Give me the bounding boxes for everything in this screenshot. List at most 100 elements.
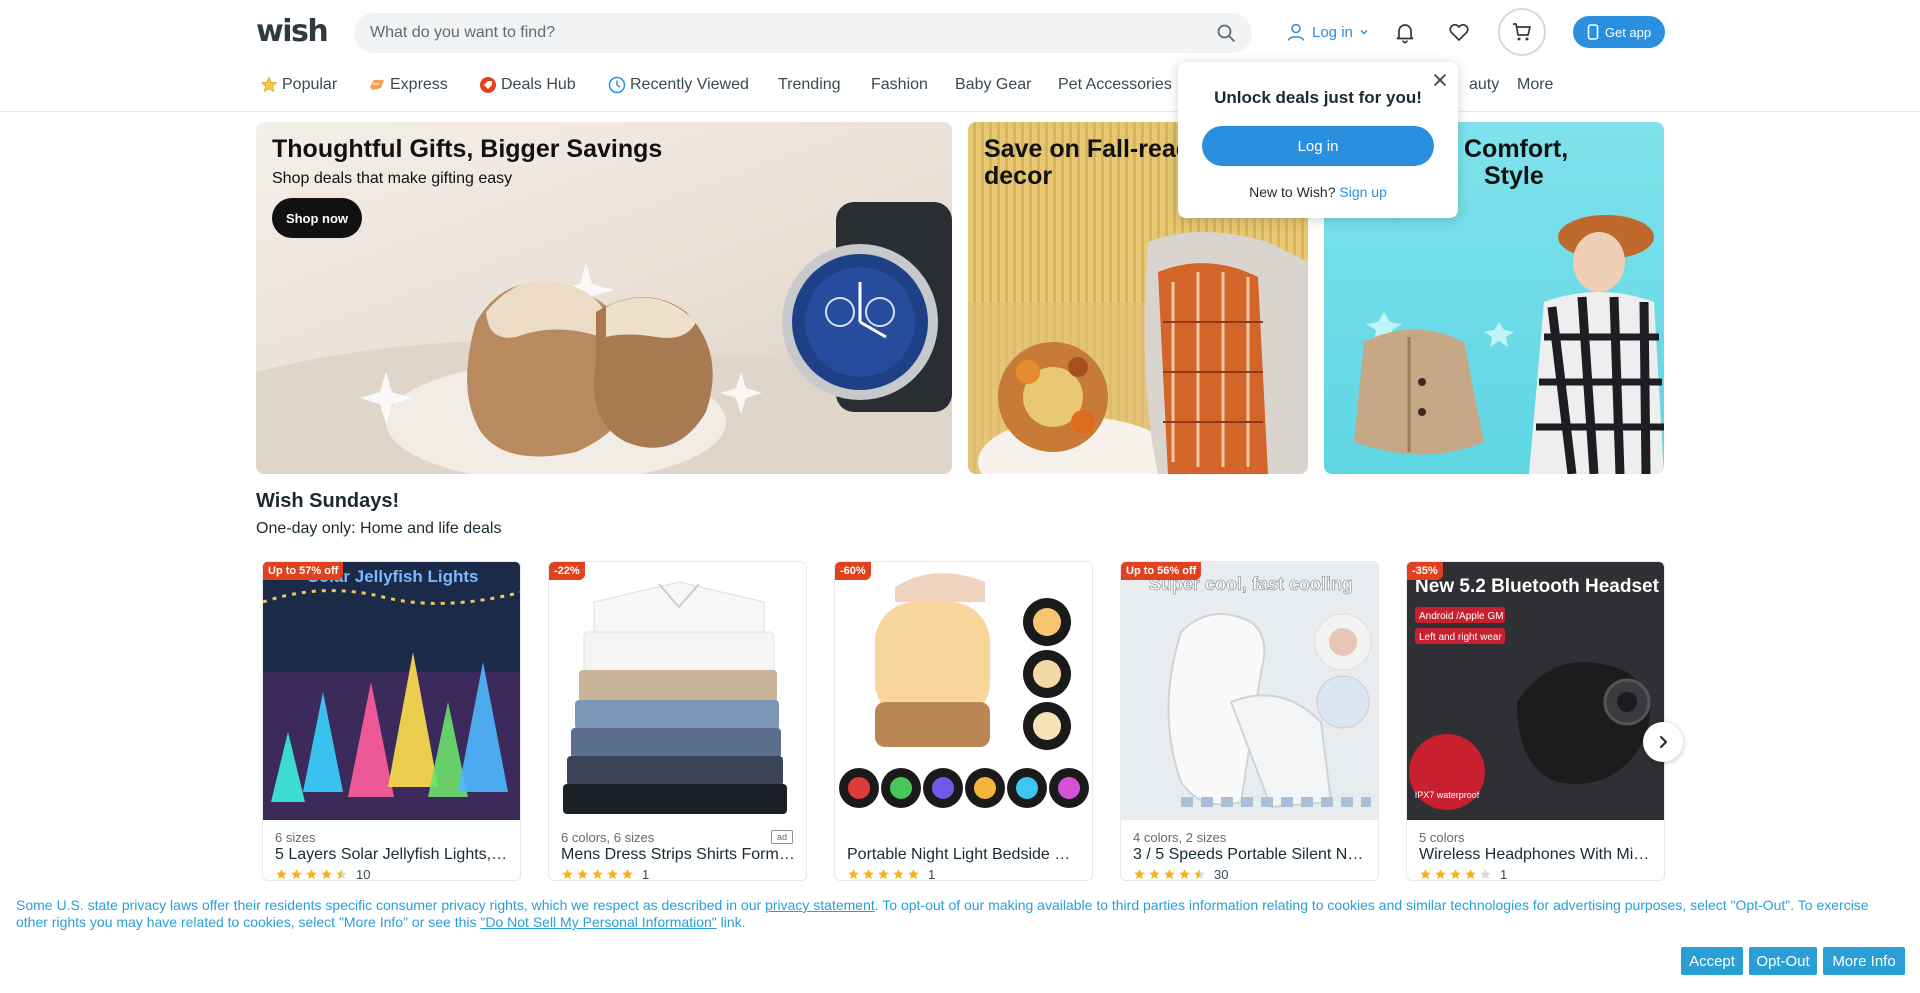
nav-label: Trending	[778, 76, 841, 93]
discount-badge: Up to 57% off	[263, 562, 344, 580]
notifications-button[interactable]	[1391, 18, 1419, 46]
product-card[interactable]: -60% Portable Night Light Bedside … 1	[834, 561, 1093, 881]
clock-icon	[608, 76, 626, 94]
banner-title-line-2: decor	[984, 162, 1053, 190]
star-icon	[1435, 869, 1446, 880]
nav-item-more[interactable]: More	[1517, 76, 1553, 94]
product-options: 6 sizes	[275, 830, 316, 845]
close-icon[interactable]	[1432, 72, 1448, 88]
banner-subtitle: Shop deals that make gifting easy	[272, 170, 513, 187]
section-title: Wish Sundays!	[256, 490, 400, 512]
nav-label: Fashion	[871, 76, 928, 93]
nav-item-trending[interactable]: Trending	[778, 76, 841, 94]
signup-link[interactable]: Sign up	[1339, 184, 1386, 200]
product-options: 6 colors, 6 sizes	[561, 830, 655, 845]
star-icon	[1134, 869, 1145, 880]
carousel-next-button[interactable]	[1643, 722, 1683, 762]
search-input[interactable]	[370, 13, 1190, 53]
star-icon	[1179, 869, 1190, 880]
privacy-statement-link[interactable]: privacy statement	[765, 897, 875, 913]
product-name: Portable Night Light Bedside …	[847, 846, 1071, 863]
heart-icon	[1449, 23, 1469, 41]
bell-icon	[1396, 24, 1414, 44]
discount-badge: -35%	[1407, 562, 1443, 580]
accept-button[interactable]: Accept	[1681, 947, 1743, 975]
cookie-text: Some U.S. state privacy laws offer their…	[16, 897, 1904, 931]
review-count: 1	[1500, 867, 1508, 881]
ad-badge: ad	[771, 830, 793, 844]
do-not-sell-link[interactable]: "Do Not Sell My Personal Information"	[480, 914, 716, 930]
express-icon	[370, 80, 384, 90]
wishlist-button[interactable]	[1445, 18, 1473, 46]
star-icon	[622, 869, 633, 880]
login-menu[interactable]: Log in	[1286, 20, 1369, 44]
banner-title-line-1: Comfort,	[1464, 135, 1569, 163]
product-rating: 10	[275, 867, 370, 880]
product-rating: 1	[561, 867, 650, 881]
get-app-button[interactable]: Get app	[1573, 16, 1665, 48]
opt-out-button[interactable]: Opt-Out	[1749, 947, 1817, 975]
banner-gifts[interactable]: Thoughtful Gifts, Bigger Savings Shop de…	[256, 122, 952, 474]
nav-item-recently-viewed[interactable]: Recently Viewed	[608, 76, 749, 94]
product-card[interactable]: -22% 6 colors, 6 sizes ad Mens Dress Str…	[548, 561, 807, 881]
nav-item-deals-hub[interactable]: Deals Hub	[479, 76, 576, 94]
wish-logo[interactable]: wish	[256, 14, 329, 49]
nav-item-baby-gear[interactable]: Baby Gear	[955, 76, 1031, 94]
product-name: Mens Dress Strips Shirts Form…	[561, 846, 795, 863]
login-popup: Unlock deals just for you! Log in New to…	[1178, 62, 1458, 218]
star-icon	[607, 869, 618, 880]
product-card[interactable]: Solar Jellyfish Lights Up to 57% off 6 s…	[262, 561, 521, 881]
nav-item-fashion[interactable]: Fashion	[871, 76, 928, 94]
banner-title-line-1: Save on Fall-reac	[984, 135, 1190, 163]
star-icon	[336, 869, 347, 880]
search-bar[interactable]	[354, 13, 1252, 53]
user-icon	[1287, 23, 1305, 41]
product-image-text: Android /Apple GM	[1419, 611, 1504, 622]
product-card[interactable]: Super cool, fast cooling Up to 56% off 4…	[1120, 561, 1379, 881]
product-image-text: IPX7 waterproof	[1415, 790, 1480, 800]
review-count: 1	[642, 867, 650, 881]
star-icon	[562, 869, 573, 880]
star-rating	[275, 868, 348, 880]
phone-icon	[1587, 24, 1599, 40]
review-count: 1	[928, 867, 936, 881]
product-image	[835, 562, 1092, 820]
cart-button[interactable]	[1498, 8, 1546, 56]
section-subtitle: One-day only: Home and life deals	[256, 520, 502, 537]
nav-item-pet-accessories[interactable]: Pet Accessories	[1058, 76, 1172, 94]
nav-label: auty	[1469, 76, 1500, 93]
get-app-label: Get app	[1604, 24, 1652, 40]
product-image: Solar Jellyfish Lights	[263, 562, 520, 820]
product-card[interactable]: New 5.2 Bluetooth Headset Android /Apple…	[1406, 561, 1665, 881]
popup-signup-text: New to Wish? Sign up	[1178, 184, 1458, 200]
nav-item-popular[interactable]: Popular	[260, 76, 337, 94]
cookie-banner: Some U.S. state privacy laws offer their…	[0, 883, 1920, 993]
star-rating	[1133, 868, 1206, 880]
chevron-down-icon	[1360, 29, 1368, 35]
star-rating	[847, 868, 920, 880]
nav-label: More	[1517, 76, 1554, 93]
popup-login-button[interactable]: Log in	[1202, 126, 1434, 166]
nav-label: Pet Accessories	[1058, 76, 1172, 93]
star-icon	[863, 869, 874, 880]
nav-label: Recently Viewed	[630, 76, 749, 93]
login-label: Log in	[1312, 23, 1353, 41]
star-icon	[878, 869, 889, 880]
product-image: New 5.2 Bluetooth Headset Android /Apple…	[1407, 562, 1664, 820]
star-icon	[291, 869, 302, 880]
banner-title-line-2: Style	[1484, 162, 1544, 190]
product-name: Wireless Headphones With Mi…	[1419, 846, 1650, 863]
star-icon	[276, 869, 287, 880]
nav-item-beauty[interactable]: auty	[1469, 76, 1499, 94]
header: wish Log in Get app Popular Express Deal…	[0, 0, 1920, 112]
product-rating: 30	[1133, 867, 1228, 880]
search-icon[interactable]	[1216, 23, 1236, 43]
nav-item-express[interactable]: Express	[368, 76, 448, 94]
shop-now-button[interactable]: Shop now	[272, 198, 362, 238]
discount-badge: Up to 56% off	[1121, 562, 1202, 580]
star-icon	[1465, 869, 1476, 880]
star-rating	[1419, 868, 1492, 880]
more-info-button[interactable]: More Info	[1823, 947, 1905, 975]
chevron-right-icon	[1660, 736, 1667, 748]
star-icon	[577, 869, 588, 880]
